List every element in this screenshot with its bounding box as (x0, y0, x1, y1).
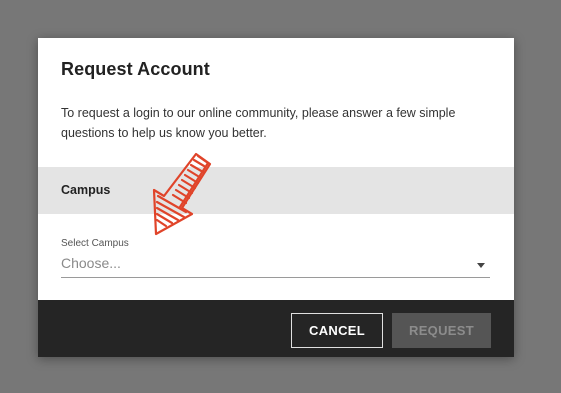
dropdown-caret-icon (477, 263, 485, 268)
field-underline (61, 277, 490, 278)
section-title: Campus (61, 183, 111, 197)
dialog-footer: CANCEL REQUEST (38, 300, 514, 357)
campus-select-value: Choose... (61, 255, 121, 271)
hand-drawn-arrow-icon (152, 152, 212, 236)
cancel-button[interactable]: CANCEL (291, 313, 383, 348)
campus-select-label: Select Campus (61, 238, 129, 249)
campus-section-header: Campus (38, 167, 514, 214)
request-button[interactable]: REQUEST (392, 313, 491, 348)
campus-select[interactable]: Select Campus Choose... (61, 238, 490, 278)
dialog-intro-text: To request a login to our online communi… (61, 106, 456, 140)
dialog-title: Request Account (61, 59, 210, 79)
request-account-dialog: Request Account To request a login to ou… (38, 38, 514, 357)
